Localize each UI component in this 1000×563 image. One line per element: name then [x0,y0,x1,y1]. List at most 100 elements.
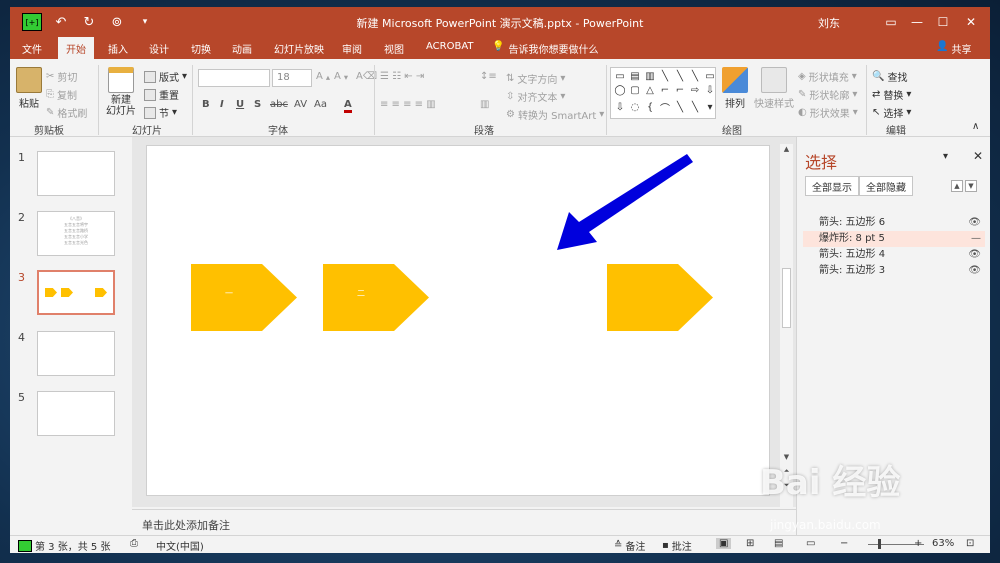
shrink-font-button[interactable]: A ▾ [334,71,348,82]
shadow-button[interactable]: S [254,99,261,110]
zoom-out-icon[interactable]: − [840,538,848,549]
pentagon-arrow-shape-4[interactable]: 二 [323,264,429,331]
font-size-combo[interactable]: 18 [272,69,312,87]
pentagon-arrow-shape-3[interactable]: 一 [191,264,297,331]
tab-slideshow[interactable]: 幻灯片放映 [274,41,324,56]
bracket-shape-icon[interactable]: { [643,99,657,116]
columns-button[interactable]: ▥ [480,99,489,110]
oval-shape-icon[interactable]: ◯ [613,84,627,97]
down-arrow-shape-icon[interactable]: ⇩ [613,99,627,116]
textbox-shape-icon[interactable]: ▤ [628,70,642,83]
cut-button[interactable]: ✂ 剪切 [46,69,77,84]
user-name[interactable]: 刘东 [818,15,840,31]
bullets-button[interactable]: ☰ ☷ ⇤ ⇥ [380,71,424,82]
slide-thumbnail-4[interactable] [37,331,115,376]
more-shapes-icon[interactable]: ▾ [703,99,717,116]
text-direction-button[interactable]: ⇅ 文字方向 ▾ [506,71,565,86]
send-backward-icon[interactable]: ▼ [965,180,977,192]
show-all-button[interactable]: 全部显示 [805,176,859,196]
shape-outline-button[interactable]: ✎ 形状轮廓 ▾ [798,87,857,102]
pentagon-arrow-shape-6[interactable] [607,264,713,331]
rounded-rect-shape-icon[interactable]: ▢ [628,84,642,97]
layout-button[interactable]: 版式 ▾ [144,69,187,84]
replace-button[interactable]: ⇄ 替换 ▾ [872,87,911,102]
align-text-button[interactable]: ⇳ 对齐文本 ▾ [506,89,565,104]
slide-info[interactable]: 第 3 张，共 5 张 [18,538,110,553]
line-shape-icon[interactable]: ╲ [673,70,687,83]
language-indicator[interactable]: 中文(中国) [156,538,204,553]
pane-options-icon[interactable]: ▾ [943,151,948,162]
comments-toggle[interactable]: ▪ 批注 [662,538,692,553]
find-button[interactable]: 🔍 查找 [872,69,907,84]
reading-view-icon[interactable]: ▤ [774,538,783,549]
copy-button[interactable]: ⎘ 复制 [46,87,77,102]
zoom-slider-thumb[interactable] [878,539,881,549]
tab-animations[interactable]: 动画 [232,41,252,56]
maximize-button[interactable]: ☐ [932,11,954,33]
tell-me-box[interactable]: 💡 告诉我你想要做什么 [492,41,598,56]
slide-thumbnail-2[interactable]: 《八音》 五言五言将宇 五言五言路桥 五言五言小学 五言五言光色 [37,211,115,256]
change-case-button[interactable]: Aa [314,99,327,110]
underline-button[interactable]: U [236,99,244,110]
selection-item[interactable]: 箭头: 五边形 4 👁 [803,247,985,263]
scrollbar-thumb[interactable] [782,268,791,328]
normal-view-icon[interactable]: ▣ [716,538,732,549]
callout-shape-icon[interactable]: ◌ [628,99,642,116]
line-shape-icon[interactable]: ╲ [673,99,687,116]
paste-button[interactable]: 粘贴 [16,67,42,110]
grow-font-button[interactable]: A ▴ [316,71,330,82]
shape-effects-button[interactable]: ◐ 形状效果 ▾ [798,105,858,120]
slide-canvas[interactable]: 一 二 [146,145,770,496]
triangle-shape-icon[interactable]: △ [643,84,657,97]
bold-button[interactable]: B [202,99,210,110]
selection-item[interactable]: 箭头: 五边形 3 👁 [803,263,985,279]
line-shape-icon[interactable]: ╲ [658,70,672,83]
quick-styles-button[interactable]: 快速样式 [754,67,794,110]
selection-item[interactable]: 箭头: 五边形 6 👁 [803,215,985,231]
hide-all-button[interactable]: 全部隐藏 [859,176,913,196]
curve-shape-icon[interactable]: ⌒ [658,99,672,116]
close-button[interactable]: ✕ [960,11,982,33]
tab-file[interactable]: 文件 [22,41,42,56]
font-name-combo[interactable] [198,69,270,87]
slide-thumbnail-1[interactable] [37,151,115,196]
line-shape-icon[interactable]: ╲ [688,70,702,83]
eye-icon[interactable]: 👁 [968,263,981,279]
eye-icon[interactable]: 👁 [968,247,981,263]
ribbon-display-options-icon[interactable]: ▭ [880,11,902,33]
spell-check-icon[interactable]: ⎙ [130,538,138,549]
selection-item[interactable]: 爆炸形: 8 pt 5 — [803,231,985,247]
tab-home[interactable]: 开始 [58,37,94,59]
tab-design[interactable]: 设计 [149,41,169,56]
tab-view[interactable]: 视图 [384,41,404,56]
shape-fill-button[interactable]: ◈ 形状填充 ▾ [798,69,857,84]
collapse-ribbon-icon[interactable]: ∧ [972,121,979,132]
strikethrough-button[interactable]: abc [270,99,288,110]
italic-button[interactable]: I [220,99,224,110]
shapes-gallery[interactable]: ▭ ▤ ▥ ╲ ╲ ╲ ▭ ◯ ▢ △ ⌐ ⌐ ⇨ ⇩ ⇩ ◌ { ⌒ ╲ ╲ … [610,67,716,119]
align-buttons[interactable]: ≡ ≡ ≡ ≡ ▥ [380,99,436,110]
zoom-in-icon[interactable]: + [914,538,922,549]
slide-thumbnail-5[interactable] [37,391,115,436]
minimize-button[interactable]: — [906,11,928,33]
tab-transitions[interactable]: 切换 [191,41,211,56]
new-slide-button[interactable]: 新建 幻灯片 [106,67,136,117]
rectangle-shape-icon[interactable]: ▭ [613,70,627,83]
tab-review[interactable]: 审阅 [342,41,362,56]
rectangle-shape-icon[interactable]: ▭ [703,70,717,83]
notes-pane[interactable]: 单击此处添加备注 [132,509,796,535]
eye-icon[interactable]: 👁 [968,215,981,231]
slide-sorter-icon[interactable]: ⊞ [746,538,754,549]
format-painter-button[interactable]: ✎ 格式刷 [46,105,87,120]
line-shape-icon[interactable]: ╲ [688,99,702,116]
scroll-up-icon[interactable]: ▲ [781,144,792,155]
vertical-textbox-shape-icon[interactable]: ▥ [643,70,657,83]
tab-insert[interactable]: 插入 [108,41,128,56]
smartart-button[interactable]: ⚙ 转换为 SmartArt ▾ [506,107,604,122]
arrow-shape-icon[interactable]: ⇨ [688,84,702,97]
notes-toggle[interactable]: ≙ 备注 [614,538,645,553]
share-button[interactable]: 👤 共享 [936,41,971,56]
slideshow-view-icon[interactable]: ▭ [806,538,815,549]
bring-forward-icon[interactable]: ▲ [951,180,963,192]
select-button[interactable]: ↖ 选择 ▾ [872,105,911,120]
